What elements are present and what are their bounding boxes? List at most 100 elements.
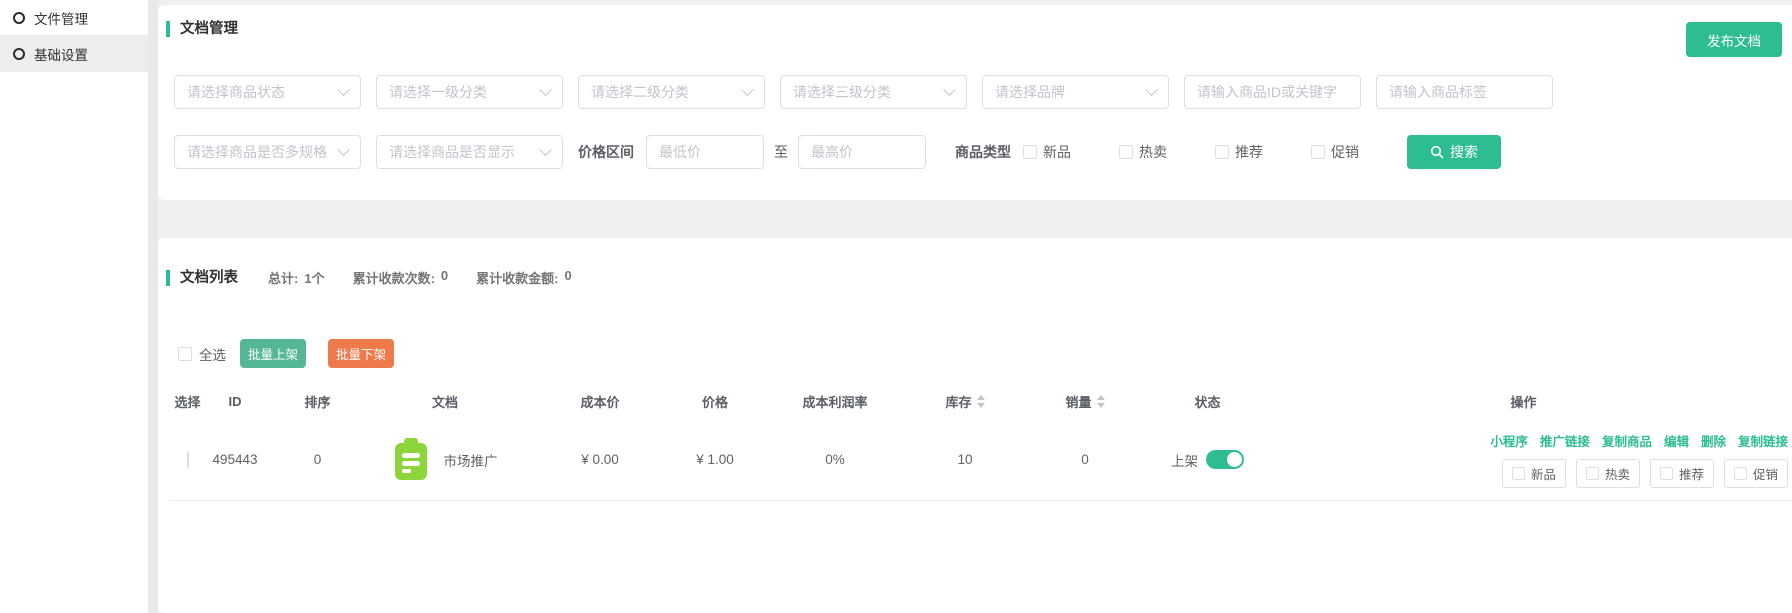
sort-desc-icon[interactable] (977, 403, 985, 408)
sidebar-item-basic-settings[interactable]: 基础设置 (0, 36, 148, 72)
sort-asc-icon[interactable] (1097, 395, 1105, 400)
tag-label: 新品 (1531, 464, 1556, 483)
col-sort: 排序 (265, 382, 370, 420)
filter-row-1: 请选择商品状态 请选择一级分类 请选择二级分类 请选择三级分类 请选择品牌 (174, 75, 1776, 109)
sidebar-item-file-management[interactable]: 文件管理 (0, 0, 148, 36)
batch-on-shelf-button[interactable]: 批量上架 (240, 339, 306, 368)
sort-arrows[interactable] (977, 395, 985, 408)
doc-name[interactable]: 市场推广 (444, 450, 498, 470)
col-stock: 库存 (920, 382, 1010, 420)
select-brand[interactable]: 请选择品牌 (982, 75, 1169, 109)
product-id-keyword-input[interactable] (1184, 75, 1361, 109)
batch-off-shelf-button[interactable]: 批量下架 (328, 339, 394, 368)
select-placeholder: 请选择品牌 (995, 82, 1065, 102)
tag-label: 热卖 (1605, 464, 1630, 483)
sidebar-item-label: 基础设置 (34, 44, 88, 64)
row-cost: ¥ 0.00 (520, 420, 680, 500)
checkbox-icon[interactable] (1023, 145, 1037, 159)
stat-value: 0 (565, 268, 572, 287)
stat-label: 累计收款金额: (476, 268, 558, 287)
col-price: 价格 (680, 382, 750, 420)
main-content: 文档管理 发布文档 请选择商品状态 请选择一级分类 请选择二级分类 请选择三级分… (158, 0, 1792, 613)
checkbox-icon[interactable] (1119, 145, 1133, 159)
list-stats: 总计: 1个 累计收款次数: 0 累计收款金额: 0 (268, 268, 572, 287)
checkbox-icon[interactable] (1586, 467, 1599, 480)
select-placeholder: 请选择商品是否显示 (389, 142, 515, 162)
doc-manage-panel: 文档管理 发布文档 请选择商品状态 请选择一级分类 请选择二级分类 请选择三级分… (158, 5, 1792, 200)
list-title: 文档列表 (166, 270, 238, 286)
filter-row-2: 请选择商品是否多规格 请选择商品是否显示 价格区间 至 商品类型 新品 (174, 135, 1776, 169)
sidebar-divider (148, 0, 158, 613)
checkbox-icon[interactable] (178, 347, 192, 361)
tag-checkbox-promo[interactable]: 促销 (1724, 459, 1788, 488)
status-label: 上架 (1171, 450, 1198, 470)
sidebar-item-label: 文件管理 (34, 8, 88, 28)
product-tag-input[interactable] (1376, 75, 1553, 109)
checkbox-icon[interactable] (1311, 145, 1325, 159)
promo-link-link[interactable]: 推广链接 (1540, 431, 1590, 450)
checkbox-icon[interactable] (1734, 467, 1747, 480)
checkbox-icon[interactable] (1660, 467, 1673, 480)
min-price-input[interactable] (646, 135, 764, 169)
copy-url-link[interactable]: 复制链接 (1738, 431, 1788, 450)
doc-list-panel: 文档列表 总计: 1个 累计收款次数: 0 累计收款金额: 0 (158, 238, 1792, 613)
select-category-level2[interactable]: 请选择二级分类 (578, 75, 765, 109)
col-margin: 成本利润率 (750, 382, 920, 420)
select-all-label: 全选 (199, 344, 226, 364)
circle-icon (13, 12, 25, 24)
col-doc: 文档 (370, 382, 520, 420)
search-icon (1430, 145, 1444, 159)
batch-actions-row: 全选 批量上架 批量下架 (178, 339, 1792, 368)
select-placeholder: 请选择三级分类 (793, 82, 891, 102)
mini-program-link[interactable]: 小程序 (1490, 431, 1528, 450)
delete-link[interactable]: 删除 (1701, 431, 1726, 450)
status-toggle[interactable] (1206, 450, 1244, 469)
col-id: ID (205, 382, 265, 420)
type-checkbox-new[interactable]: 新品 (1023, 142, 1071, 162)
tag-checkbox-recommend[interactable]: 推荐 (1650, 459, 1714, 488)
sort-desc-icon[interactable] (1097, 403, 1105, 408)
tag-checkbox-hot[interactable]: 热卖 (1576, 459, 1640, 488)
select-product-status[interactable]: 请选择商品状态 (174, 75, 361, 109)
checkbox-icon[interactable] (1512, 467, 1525, 480)
circle-icon (13, 48, 25, 60)
table-header-row: 选择 ID 排序 文档 成本价 价格 成本利润率 库存 (170, 382, 1792, 420)
select-placeholder: 请选择一级分类 (389, 82, 487, 102)
checkbox-icon[interactable] (1215, 145, 1229, 159)
app-root: 文件管理 基础设置 文档管理 发布文档 请选择商品状态 请选择一级分类 (0, 0, 1792, 613)
row-sort: 0 (265, 420, 370, 500)
chevron-down-icon (943, 83, 956, 96)
row-stock: 10 (920, 420, 1010, 500)
row-id: 495443 (205, 420, 265, 500)
sort-arrows[interactable] (1097, 395, 1105, 408)
copy-product-link[interactable]: 复制商品 (1602, 431, 1652, 450)
search-button-label: 搜索 (1450, 142, 1478, 162)
edit-link[interactable]: 编辑 (1664, 431, 1689, 450)
select-category-level3[interactable]: 请选择三级分类 (780, 75, 967, 109)
col-stock-label: 库存 (945, 392, 971, 411)
select-all-checkbox[interactable]: 全选 (178, 344, 226, 364)
type-checkbox-hot[interactable]: 热卖 (1119, 142, 1167, 162)
max-price-input[interactable] (798, 135, 926, 169)
type-checkbox-promo[interactable]: 促销 (1311, 142, 1359, 162)
select-multi-spec[interactable]: 请选择商品是否多规格 (174, 135, 361, 169)
sort-asc-icon[interactable] (977, 395, 985, 400)
price-range-label: 价格区间 (578, 142, 634, 162)
type-checkbox-recommend[interactable]: 推荐 (1215, 142, 1263, 162)
stat-label: 累计收款次数: (353, 268, 435, 287)
publish-doc-button[interactable]: 发布文档 (1686, 22, 1782, 57)
chevron-down-icon (539, 83, 552, 96)
type-option-label: 推荐 (1235, 142, 1263, 162)
row-checkbox[interactable] (187, 451, 189, 468)
select-category-level1[interactable]: 请选择一级分类 (376, 75, 563, 109)
page-title: 文档管理 (166, 21, 238, 37)
row-margin: 0% (750, 420, 920, 500)
tag-label: 促销 (1753, 464, 1778, 483)
doc-table: 选择 ID 排序 文档 成本价 价格 成本利润率 库存 (170, 382, 1792, 501)
search-button[interactable]: 搜索 (1407, 135, 1501, 169)
tag-checkbox-new[interactable]: 新品 (1502, 459, 1566, 488)
stat-value: 1个 (304, 268, 324, 287)
select-placeholder: 请选择商品状态 (187, 82, 285, 102)
select-visibility[interactable]: 请选择商品是否显示 (376, 135, 563, 169)
row-sales: 0 (1010, 420, 1160, 500)
